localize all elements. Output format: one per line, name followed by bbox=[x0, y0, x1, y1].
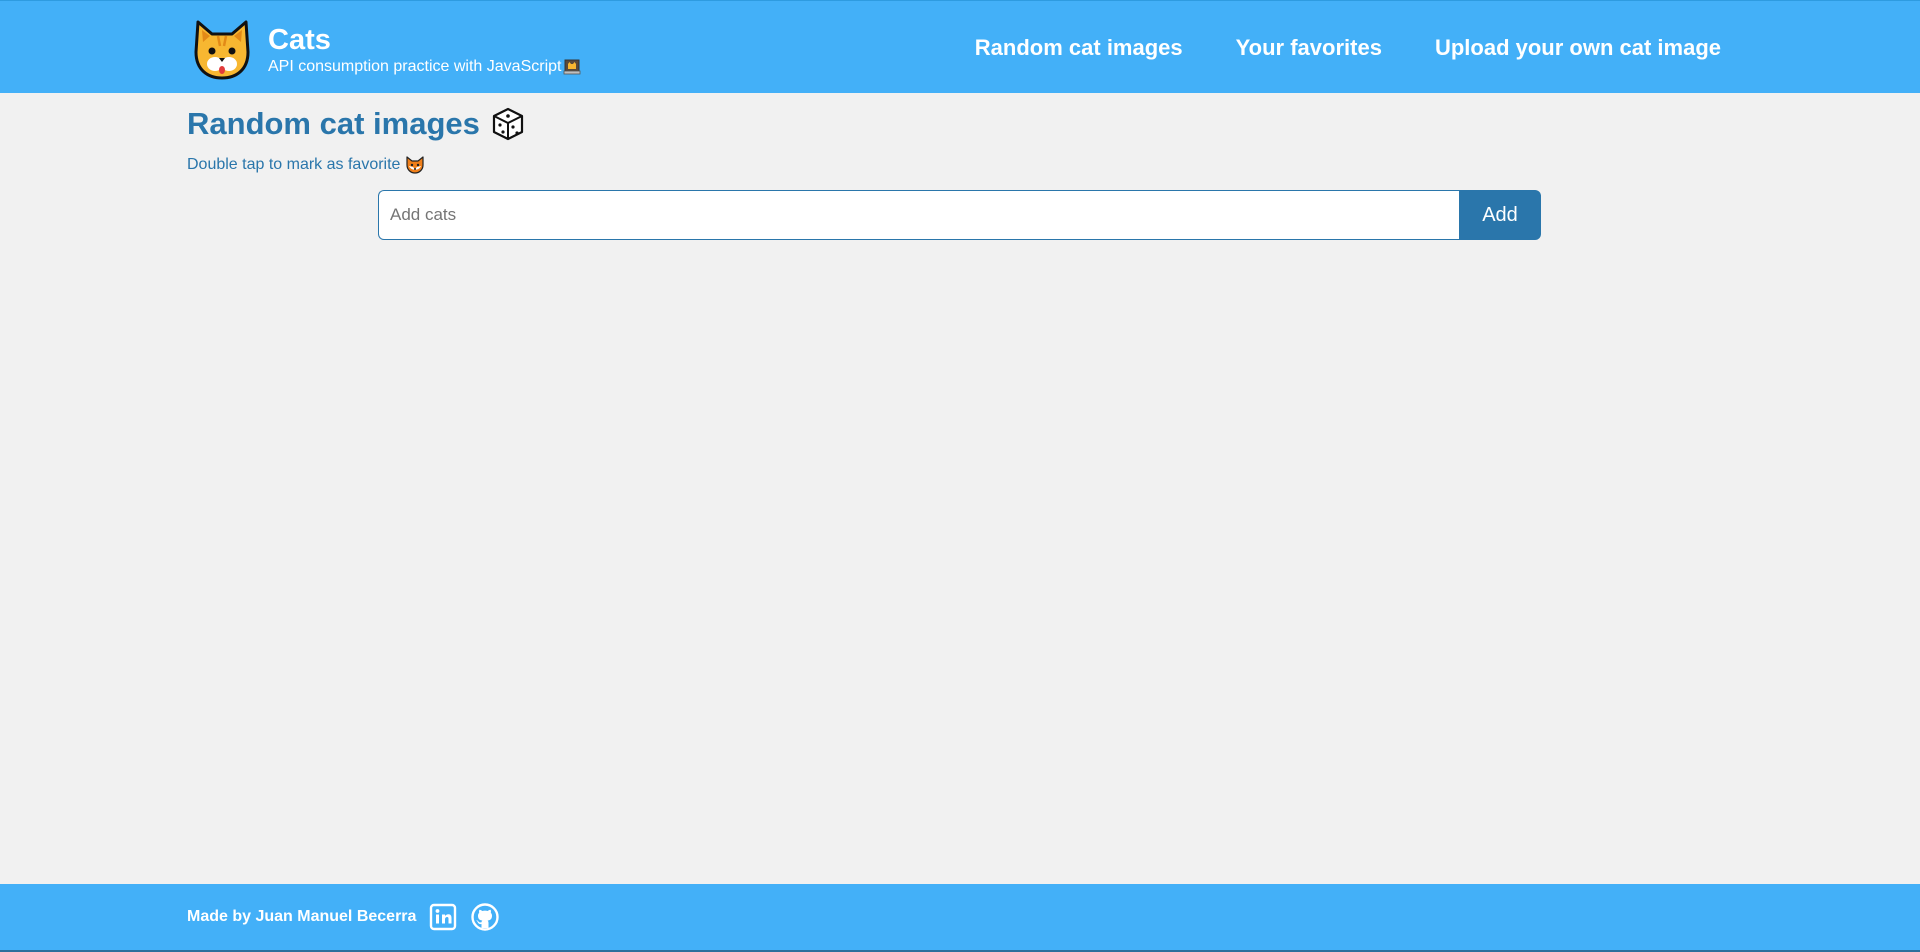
github-icon bbox=[471, 903, 500, 931]
page-subtitle: Double tap to mark as favorite bbox=[187, 155, 425, 175]
add-cats-form: Add bbox=[378, 190, 1541, 240]
site-subtitle-text: API consumption practice with JavaScript bbox=[268, 58, 562, 75]
site-header: Cats API consumption practice with JavaS… bbox=[0, 0, 1920, 93]
site-footer: Made by Juan Manuel Becerra bbox=[0, 884, 1920, 952]
page-title: Random cat images bbox=[187, 106, 525, 142]
laptop-cat-icon bbox=[564, 59, 581, 75]
add-button[interactable]: Add bbox=[1459, 190, 1541, 240]
linkedin-icon bbox=[430, 903, 457, 931]
nav-upload-cat-image[interactable]: Upload your own cat image bbox=[1435, 34, 1721, 62]
page-subtitle-text: Double tap to mark as favorite bbox=[187, 156, 401, 173]
nav-your-favorites[interactable]: Your favorites bbox=[1236, 34, 1382, 62]
fox-face-icon bbox=[406, 156, 425, 174]
brand-text: Cats API consumption practice with JavaS… bbox=[268, 23, 581, 77]
site-title: Cats bbox=[268, 24, 331, 56]
footer-content: Made by Juan Manuel Becerra bbox=[187, 901, 500, 933]
dice-icon bbox=[492, 107, 523, 141]
site-subtitle: API consumption practice with JavaScript bbox=[268, 57, 581, 77]
nav-random-cat-images[interactable]: Random cat images bbox=[975, 34, 1183, 62]
footer-credit: Made by Juan Manuel Becerra bbox=[187, 908, 417, 925]
main-nav: Random cat images Your favorites Upload … bbox=[975, 34, 1721, 62]
linkedin-link[interactable] bbox=[428, 902, 458, 932]
brand[interactable]: Cats API consumption practice with JavaS… bbox=[190, 17, 581, 83]
add-cats-input[interactable] bbox=[378, 190, 1459, 240]
github-link[interactable] bbox=[470, 902, 500, 932]
page-title-text: Random cat images bbox=[187, 106, 480, 141]
cat-face-icon bbox=[194, 20, 250, 80]
